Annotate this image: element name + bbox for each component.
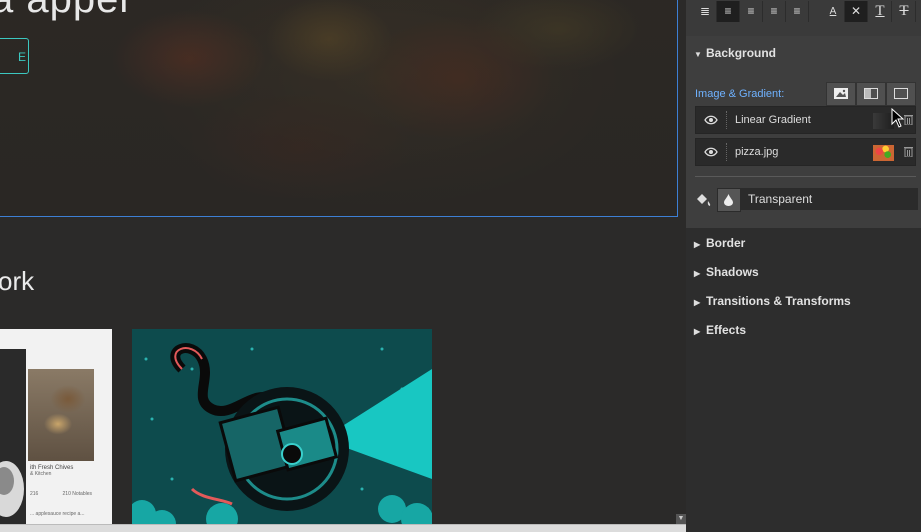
drag-handle[interactable]	[726, 111, 728, 129]
collapsed-caret-icon: ▶	[694, 298, 701, 307]
color-picker-button[interactable]	[717, 188, 741, 212]
background-layer-row[interactable]: pizza.jpg	[695, 138, 916, 166]
trash-icon[interactable]	[904, 114, 913, 125]
linear-gradient-icon	[864, 88, 878, 99]
background-layer-row[interactable]: Linear Gradient	[695, 106, 916, 134]
align-right-icon[interactable]: ≡	[763, 1, 786, 22]
expanded-caret-icon: ▼	[694, 50, 702, 59]
add-image-button[interactable]	[826, 82, 856, 106]
layer-name: pizza.jpg	[735, 146, 779, 158]
background-section-header[interactable]: ▼ Background	[694, 46, 776, 60]
food-card-footer: ... applesauce recipe a...	[30, 511, 85, 517]
image-icon	[834, 88, 848, 99]
text-toolbar: ≣ ≡ ≡ ≡ ≡ A ✕ T T	[686, 0, 921, 36]
eye-icon[interactable]	[704, 115, 718, 125]
style-inspector-panel: ≣ ≡ ≡ ≡ ≡ A ✕ T T ▼ Background Image & Gr…	[686, 0, 921, 532]
align-center-icon[interactable]: ≡	[740, 1, 763, 22]
hero-heading: a appel	[0, 0, 129, 22]
align-justify-icon[interactable]: ≡	[786, 1, 809, 22]
border-section-header[interactable]: ▶ Border	[694, 236, 745, 250]
portfolio-card-food[interactable]: ith Fresh Chives & Kitchen 216 210 Notab…	[0, 329, 112, 532]
clear-icon[interactable]: ✕	[845, 1, 868, 22]
layer-name: Linear Gradient	[735, 114, 811, 126]
design-canvas[interactable]: a appel E ork ith Fresh Chives & Kitchen…	[0, 0, 686, 532]
collapsed-caret-icon: ▶	[694, 327, 701, 336]
radial-gradient-icon	[894, 88, 908, 99]
food-card-text: ith Fresh Chives & Kitchen 216 210 Notab…	[30, 465, 92, 517]
collapsed-caret-icon: ▶	[694, 240, 701, 249]
effects-section-header[interactable]: ▶ Effects	[694, 323, 746, 337]
droplet-icon	[724, 194, 733, 206]
scroll-down-icon[interactable]: ▼	[676, 514, 686, 524]
food-photo	[28, 369, 94, 461]
portfolio-card-illustration[interactable]	[132, 329, 432, 532]
trash-icon[interactable]	[904, 146, 913, 157]
background-color-value[interactable]: Transparent	[741, 188, 918, 210]
robot-illustration	[132, 329, 432, 532]
section-label: Shadows	[706, 265, 759, 279]
section-label: Transitions & Transforms	[706, 294, 851, 308]
food-card-subtitle: & Kitchen	[30, 471, 52, 477]
hero-section[interactable]: a appel E	[0, 0, 678, 217]
phone-frame	[0, 349, 26, 532]
drag-handle[interactable]	[726, 143, 728, 161]
background-header-label: Background	[706, 46, 777, 60]
hero-button[interactable]: E	[0, 38, 29, 74]
background-section: ▼ Background Image & Gradient: Linear Gra…	[686, 36, 921, 228]
section-heading: ork	[0, 266, 35, 296]
transitions-section-header[interactable]: ▶ Transitions & Transforms	[694, 294, 851, 308]
text-transform-icon[interactable]: T	[869, 1, 892, 22]
text-case-icon[interactable]: A	[822, 1, 845, 22]
add-radial-gradient-button[interactable]	[886, 82, 916, 106]
horizontal-scrollbar[interactable]	[0, 524, 686, 532]
add-linear-gradient-button[interactable]	[856, 82, 886, 106]
section-label: Border	[706, 236, 746, 250]
paragraph-spacing-icon[interactable]: ≣	[694, 1, 717, 22]
collapsed-caret-icon: ▶	[694, 269, 701, 278]
mouse-cursor-icon	[891, 108, 905, 128]
eye-icon[interactable]	[704, 147, 718, 157]
image-gradient-label[interactable]: Image & Gradient:	[695, 88, 784, 100]
paint-bucket-icon	[697, 194, 711, 206]
shadows-section-header[interactable]: ▶ Shadows	[694, 265, 759, 279]
section-label: Effects	[706, 323, 747, 337]
strikethrough-icon[interactable]: T	[893, 1, 916, 22]
food-card-stat-left: 216	[30, 491, 39, 497]
divider	[695, 176, 916, 177]
align-left-icon[interactable]: ≡	[717, 1, 740, 22]
food-card-stat-right: 210 Notables	[62, 491, 92, 497]
pizza-thumbnail[interactable]	[873, 145, 894, 161]
